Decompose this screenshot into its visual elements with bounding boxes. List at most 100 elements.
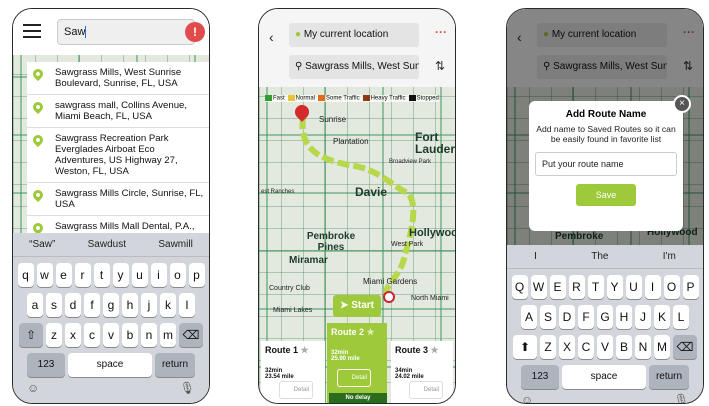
search-input[interactable]: Saw — [57, 19, 195, 45]
key[interactable]: i — [150, 263, 167, 287]
space-key[interactable]: space — [68, 353, 152, 377]
emoji-icon[interactable]: ☺ — [521, 393, 533, 403]
suggestion-item[interactable]: The — [591, 251, 608, 262]
return-key[interactable]: return — [155, 353, 195, 377]
microphone-icon[interactable]: 🎙 — [674, 393, 689, 403]
key[interactable]: x — [65, 323, 81, 347]
suggestion-item[interactable]: Sawdust — [88, 239, 126, 250]
backspace-key[interactable]: ⌫ — [673, 335, 697, 359]
backspace-key[interactable]: ⌫ — [179, 323, 203, 347]
save-button[interactable]: Save — [576, 184, 636, 206]
route-card[interactable]: Route 1 ★ 32min 23.54 mile Detail — [261, 341, 325, 403]
key[interactable]: l — [179, 293, 195, 317]
key[interactable]: o — [169, 263, 186, 287]
map-label: Sunrise — [319, 115, 347, 124]
route-card-selected[interactable]: Route 2 ★ 32min 25.90 mile Detail — [327, 323, 387, 403]
key[interactable]: F — [578, 305, 594, 329]
key[interactable]: J — [635, 305, 651, 329]
key[interactable]: X — [559, 335, 575, 359]
key[interactable]: A — [521, 305, 537, 329]
numbers-key[interactable]: 123 — [27, 353, 65, 377]
star-icon[interactable]: ★ — [301, 345, 309, 355]
star-icon[interactable]: ★ — [431, 345, 439, 355]
key[interactable]: D — [559, 305, 575, 329]
key[interactable]: Q — [511, 275, 528, 299]
key[interactable]: P — [682, 275, 699, 299]
key[interactable]: u — [131, 263, 148, 287]
key[interactable]: b — [122, 323, 138, 347]
close-icon[interactable]: × — [673, 95, 691, 113]
key[interactable]: R — [568, 275, 585, 299]
key[interactable]: w — [36, 263, 53, 287]
numbers-key[interactable]: 123 — [521, 365, 559, 389]
shift-key[interactable]: ⬆ — [513, 335, 537, 359]
route-name-input[interactable]: Put your route name — [535, 152, 677, 176]
emoji-icon[interactable]: ☺ — [27, 381, 39, 395]
key[interactable]: g — [103, 293, 119, 317]
return-key[interactable]: return — [649, 365, 689, 389]
key[interactable]: d — [65, 293, 81, 317]
key[interactable]: s — [46, 293, 62, 317]
key[interactable]: V — [597, 335, 613, 359]
suggestion-item[interactable]: Sawmill — [158, 239, 192, 250]
destination-label: Sawgrass Mills, West Sunr... — [305, 61, 419, 72]
key[interactable]: I — [644, 275, 661, 299]
star-icon[interactable]: ★ — [367, 327, 375, 337]
key[interactable]: h — [122, 293, 138, 317]
key[interactable]: t — [93, 263, 110, 287]
key[interactable]: E — [549, 275, 566, 299]
swap-icon[interactable]: ⇅ — [435, 59, 445, 73]
key[interactable]: f — [84, 293, 100, 317]
key[interactable]: C — [578, 335, 594, 359]
key[interactable]: M — [654, 335, 670, 359]
alert-icon[interactable]: ! — [185, 22, 205, 42]
destination-field[interactable]: ⚲ Sawgrass Mills, West Sunr... — [289, 55, 419, 79]
key[interactable]: r — [74, 263, 91, 287]
key[interactable]: K — [654, 305, 670, 329]
key[interactable]: B — [616, 335, 632, 359]
suggestion-item[interactable]: I — [534, 251, 537, 262]
menu-icon[interactable] — [23, 24, 41, 38]
key[interactable]: y — [112, 263, 129, 287]
key[interactable]: O — [663, 275, 680, 299]
key[interactable]: Y — [606, 275, 623, 299]
more-icon[interactable]: ··· — [435, 25, 447, 39]
key[interactable]: e — [55, 263, 72, 287]
key[interactable]: S — [540, 305, 556, 329]
detail-button[interactable]: Detail — [409, 381, 443, 399]
key[interactable]: z — [46, 323, 62, 347]
route-card[interactable]: Route 3 ★ 34min 24.02 mile Detail — [391, 341, 453, 403]
back-icon[interactable]: ‹ — [269, 29, 274, 45]
search-result-item[interactable]: Sawgrass Mills, West Sunrise Boulevard, … — [27, 62, 209, 95]
key[interactable]: v — [103, 323, 119, 347]
key[interactable]: G — [597, 305, 613, 329]
detail-button[interactable]: Detail — [337, 369, 371, 387]
search-result-item[interactable]: Sawgrass Mills Circle, Sunrise, FL, USA — [27, 183, 209, 216]
key[interactable]: n — [141, 323, 157, 347]
key[interactable]: Z — [540, 335, 556, 359]
key[interactable]: p — [188, 263, 205, 287]
map-label: West Park — [391, 241, 424, 248]
key[interactable]: j — [141, 293, 157, 317]
microphone-icon[interactable]: 🎙 — [180, 381, 195, 395]
key[interactable]: L — [673, 305, 689, 329]
detail-button[interactable]: Detail — [279, 381, 313, 399]
key[interactable]: U — [625, 275, 642, 299]
key[interactable]: W — [530, 275, 547, 299]
key[interactable]: m — [160, 323, 176, 347]
start-button[interactable]: ➤ Start — [333, 295, 381, 317]
suggestion-item[interactable]: I'm — [663, 251, 676, 262]
space-key[interactable]: space — [562, 365, 646, 389]
search-result-item[interactable]: sawgrass mall, Collins Avenue, Miami Bea… — [27, 95, 209, 128]
key[interactable]: a — [27, 293, 43, 317]
search-result-item[interactable]: Sawgrass Recreation Park Everglades Airb… — [27, 128, 209, 183]
key[interactable]: k — [160, 293, 176, 317]
key[interactable]: q — [17, 263, 34, 287]
shift-key[interactable]: ⇧ — [19, 323, 43, 347]
key[interactable]: N — [635, 335, 651, 359]
suggestion-item[interactable]: “Saw” — [29, 239, 55, 250]
origin-field[interactable]: ● My current location — [289, 23, 419, 47]
key[interactable]: T — [587, 275, 604, 299]
key[interactable]: c — [84, 323, 100, 347]
key[interactable]: H — [616, 305, 632, 329]
